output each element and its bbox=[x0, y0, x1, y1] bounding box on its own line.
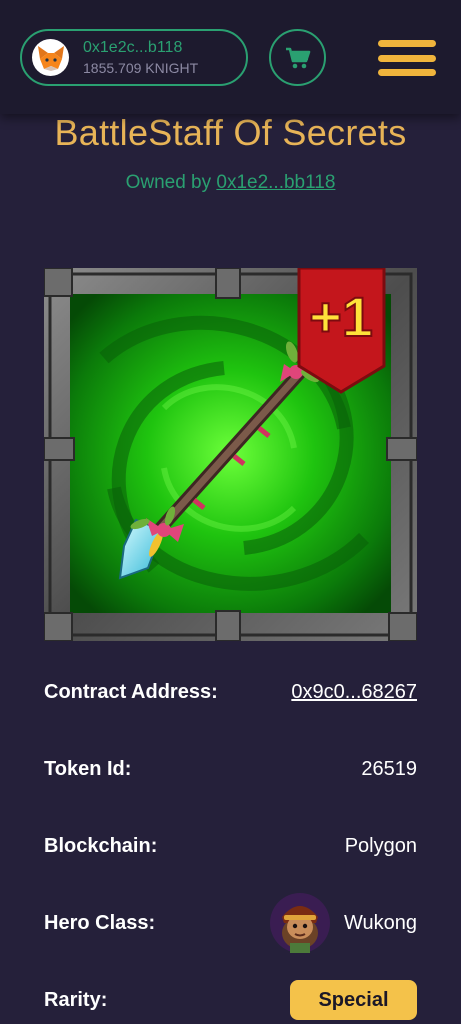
rarity-label: Rarity: bbox=[44, 988, 108, 1011]
contract-address-row: Contract Address: 0x9c0...68267 bbox=[44, 672, 417, 712]
wallet-balance: 1855.709 KNIGHT bbox=[83, 59, 199, 76]
cart-icon bbox=[285, 47, 310, 68]
item-title: BattleStaff Of Secrets bbox=[54, 112, 407, 153]
owner-address-link[interactable]: 0x1e2...bb118 bbox=[216, 172, 335, 193]
contract-address-label: Contract Address: bbox=[44, 680, 218, 703]
token-id-label: Token Id: bbox=[44, 757, 132, 780]
token-id-row: Token Id: 26519 bbox=[44, 749, 417, 789]
item-artwork: +1 bbox=[43, 266, 418, 642]
owned-by-line: Owned by 0x1e2...bb118 bbox=[0, 172, 461, 194]
contract-address-link[interactable]: 0x9c0...68267 bbox=[291, 681, 417, 704]
rarity-badge: Special bbox=[290, 980, 417, 1020]
wallet-button[interactable]: 0x1e2c...b118 1855.709 KNIGHT bbox=[20, 29, 248, 86]
blockchain-label: Blockchain: bbox=[44, 834, 158, 857]
hero-class-value-group: Wukong bbox=[269, 893, 417, 953]
owned-by-label: Owned by bbox=[125, 172, 212, 193]
upgrade-level-badge: +1 bbox=[309, 285, 373, 348]
cart-button[interactable] bbox=[269, 29, 326, 86]
token-id-value: 26519 bbox=[361, 757, 417, 780]
hero-class-row: Hero Class: Wukong bbox=[44, 893, 417, 953]
hero-avatar bbox=[269, 893, 330, 953]
menu-icon[interactable] bbox=[378, 40, 436, 76]
hero-class-label: Hero Class: bbox=[44, 911, 156, 934]
blockchain-row: Blockchain: Polygon bbox=[44, 826, 417, 866]
blockchain-value: Polygon bbox=[344, 834, 417, 857]
top-header: 0x1e2c...b118 1855.709 KNIGHT bbox=[0, 0, 461, 114]
fox-icon bbox=[32, 39, 69, 76]
hero-class-value: Wukong bbox=[343, 911, 417, 934]
rarity-row: Rarity: Special bbox=[44, 980, 417, 1020]
wallet-address: 0x1e2c...b118 bbox=[83, 39, 183, 57]
